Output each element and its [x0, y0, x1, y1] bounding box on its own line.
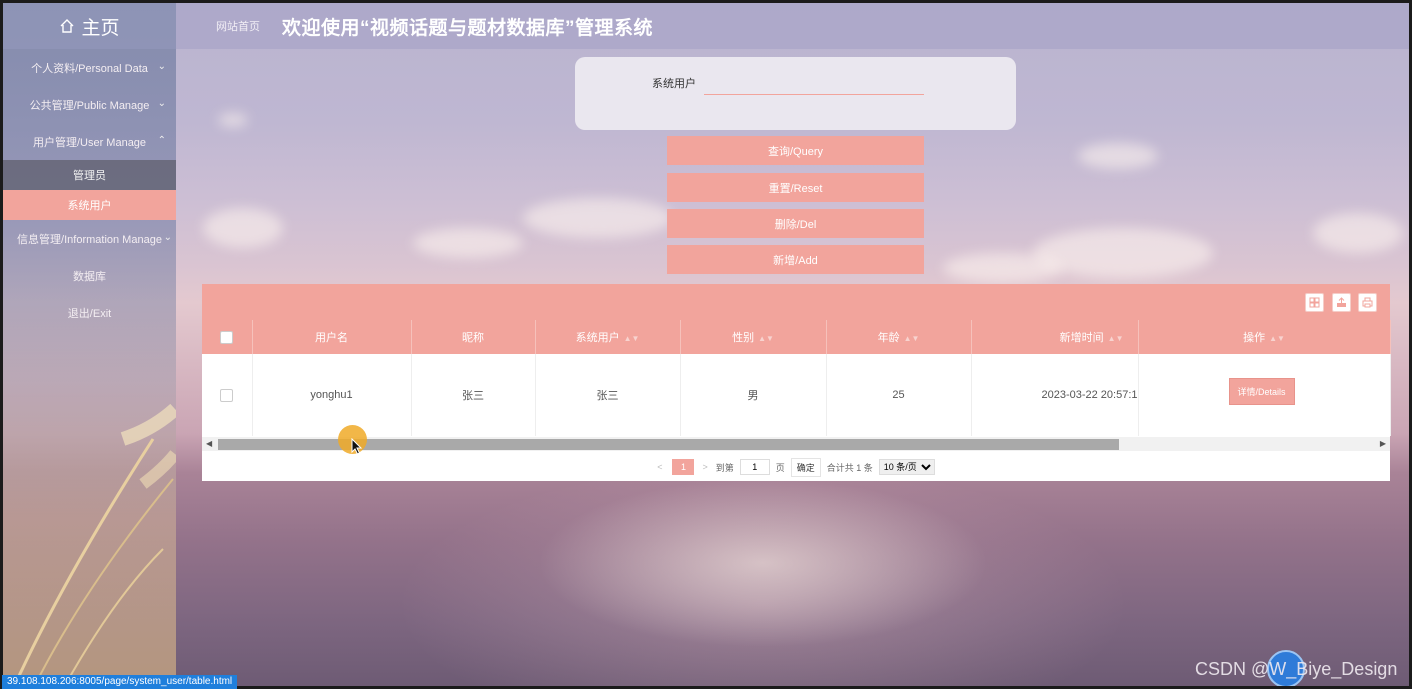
home-icon — [60, 19, 74, 33]
add-button[interactable]: 新增/Add — [667, 245, 924, 274]
sidebar-item-public-manage[interactable]: 公共管理/Public Manage ⌄ — [3, 86, 176, 123]
table-header-row: 用户名 昵称 系统用户 ▲▼ 性别 ▲▼ 年龄 ▲▼ 新增时间 ▲▼ 操作 ▲▼ — [202, 320, 1391, 354]
bg-cloud — [1078, 143, 1158, 169]
scroll-left-icon[interactable]: ◀ — [206, 439, 212, 448]
bg-cloud — [943, 253, 1063, 283]
home-label: 主页 — [81, 17, 120, 39]
sort-icon[interactable]: ▲▼ — [758, 334, 774, 343]
chevron-down-icon: ⌄ — [163, 232, 172, 243]
mouse-pointer-icon — [351, 438, 363, 455]
goto-confirm-button[interactable]: 确定 — [790, 457, 821, 477]
bg-cloud — [203, 208, 283, 248]
sidebar-subitem-label: 系统用户 — [67, 200, 112, 212]
print-icon[interactable] — [1358, 293, 1377, 312]
sidebar-subitem-admin[interactable]: 管理员 — [3, 160, 176, 190]
column-header-label: 用户名 — [315, 332, 348, 344]
table-panel: 用户名 昵称 系统用户 ▲▼ 性别 ▲▼ 年龄 ▲▼ 新增时间 ▲▼ 操作 ▲▼ yong… — [202, 284, 1391, 481]
delete-button[interactable]: 删除/Del — [667, 209, 924, 238]
column-header-label: 操作 — [1243, 332, 1266, 344]
chevron-up-icon: ⌃ — [157, 135, 166, 146]
table-row: yonghu1 张三 张三 男 25 2023-03-22 20:57:1 详情… — [202, 354, 1391, 436]
system-user-search-input[interactable] — [704, 75, 924, 95]
sidebar-subitem-label: 管理员 — [73, 170, 106, 182]
cell-created: 2023-03-22 20:57:1 — [971, 354, 1139, 436]
column-header[interactable]: 系统用户 ▲▼ — [535, 320, 681, 354]
total-count: 合计共 1 条 — [826, 462, 873, 473]
page-unit-label: 页 — [775, 462, 785, 473]
app-window: 主页 个人资料/Personal Data ⌄ 公共管理/Public Mana… — [0, 0, 1412, 689]
bg-cloud — [523, 198, 673, 238]
cell-username: yonghu1 — [252, 354, 412, 436]
cell-gender: 男 — [680, 354, 827, 436]
reed-decoration — [12, 403, 176, 686]
scroll-right-icon[interactable]: ▶ — [1380, 439, 1386, 448]
cell-age: 25 — [826, 354, 972, 436]
column-header[interactable]: 新增时间 ▲▼ — [971, 320, 1139, 354]
sort-icon[interactable]: ▲▼ — [1269, 334, 1285, 343]
status-bar-url: 39.108.108.206:8005/page/system_user/tab… — [2, 675, 238, 689]
cell-nickname: 张三 — [411, 354, 536, 436]
sidebar-item-database[interactable]: 数据库 — [3, 257, 176, 294]
column-header: 用户名 — [252, 320, 412, 354]
next-page-icon[interactable]: > — [702, 462, 707, 472]
chevron-down-icon: ⌄ — [157, 98, 166, 109]
search-label: 系统用户 — [652, 78, 696, 90]
column-header[interactable]: 性别 ▲▼ — [680, 320, 827, 354]
sidebar-item-user-manage[interactable]: 用户管理/User Manage ⌃ — [3, 123, 176, 160]
select-all-cell — [202, 320, 253, 354]
sidebar-item-label: 公共管理/Public Manage — [29, 99, 150, 112]
cell-system-user: 张三 — [535, 354, 681, 436]
column-header-label: 系统用户 — [575, 332, 620, 344]
sidebar-item-label: 个人资料/Personal Data — [31, 62, 148, 75]
select-all-checkbox[interactable] — [220, 330, 234, 344]
sidebar: 主页 个人资料/Personal Data ⌄ 公共管理/Public Mana… — [3, 3, 176, 686]
goto-label: 到第 — [715, 462, 734, 473]
watermark-text: CSDN @W_Biye_Design — [1195, 659, 1398, 679]
sidebar-item-label: 数据库 — [73, 270, 106, 283]
prev-page-icon[interactable]: < — [657, 462, 662, 472]
sidebar-item-personal-data[interactable]: 个人资料/Personal Data ⌄ — [3, 49, 176, 86]
current-page[interactable]: 1 — [672, 459, 695, 475]
chevron-down-icon: ⌄ — [157, 61, 166, 72]
page-title: 欢迎使用“视频话题与题材数据库”管理系统 — [282, 17, 654, 39]
column-header-label: 昵称 — [462, 332, 484, 344]
column-header-label: 性别 — [732, 332, 755, 344]
bg-cloud — [218, 113, 248, 127]
sidebar-item-label: 退出/Exit — [67, 307, 112, 320]
sidebar-item-exit[interactable]: 退出/Exit — [3, 294, 176, 331]
breadcrumb-home-link[interactable]: 网站首页 — [216, 18, 260, 34]
cell-action: 详情/Details — [1138, 354, 1391, 436]
details-button[interactable]: 详情/Details — [1228, 377, 1295, 405]
column-header-label: 年龄 — [877, 332, 900, 344]
sidebar-item-information-manage[interactable]: 信息管理/Information Manage ⌄ — [3, 220, 176, 257]
sidebar-item-label: 用户管理/User Manage — [32, 136, 147, 149]
page-size-select[interactable]: 10 条/页 — [878, 459, 935, 475]
sidebar-subitem-system-user[interactable]: 系统用户 — [3, 190, 176, 220]
bg-cloud — [1313, 213, 1403, 253]
system-user-table: 用户名 昵称 系统用户 ▲▼ 性别 ▲▼ 年龄 ▲▼ 新增时间 ▲▼ 操作 ▲▼ yong… — [202, 320, 1391, 436]
columns-icon[interactable] — [1305, 293, 1324, 312]
sort-icon[interactable]: ▲▼ — [1108, 334, 1124, 343]
row-checkbox[interactable] — [220, 388, 234, 402]
export-icon[interactable] — [1332, 293, 1351, 312]
top-header: 网站首页 欢迎使用“视频话题与题材数据库”管理系统 — [176, 3, 1409, 49]
goto-page-input[interactable] — [739, 459, 770, 475]
reset-button[interactable]: 重置/Reset — [667, 173, 924, 202]
bg-cloud — [413, 228, 523, 258]
column-header[interactable]: 年龄 ▲▼ — [826, 320, 972, 354]
query-button[interactable]: 查询/Query — [667, 136, 924, 165]
search-card: 系统用户 — [575, 57, 1016, 130]
column-header: 昵称 — [411, 320, 536, 354]
pagination: < 1 > 到第 页 确定 合计共 1 条 10 条/页 — [202, 454, 1390, 480]
column-header-label: 新增时间 — [1059, 332, 1104, 344]
sort-icon[interactable]: ▲▼ — [624, 334, 640, 343]
sidebar-home[interactable]: 主页 — [3, 3, 176, 49]
column-header[interactable]: 操作 ▲▼ — [1138, 320, 1391, 354]
horizontal-scrollbar[interactable]: ◀ ▶ — [202, 437, 1390, 451]
row-select-cell — [202, 354, 253, 436]
sidebar-item-label: 信息管理/Information Manage — [17, 233, 162, 246]
sort-icon[interactable]: ▲▼ — [904, 334, 920, 343]
table-toolbar — [202, 284, 1390, 320]
